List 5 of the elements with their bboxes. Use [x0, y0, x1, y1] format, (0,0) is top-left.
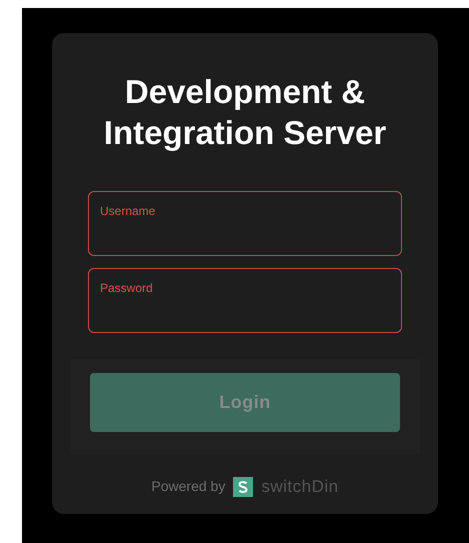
input-field[interactable]: Password [88, 268, 402, 333]
powered-by-text: Powered by [151, 477, 226, 496]
logo-icon [233, 476, 254, 497]
page-title: Development & Integration Server [102, 72, 388, 153]
input-field[interactable]: Username [88, 191, 402, 256]
